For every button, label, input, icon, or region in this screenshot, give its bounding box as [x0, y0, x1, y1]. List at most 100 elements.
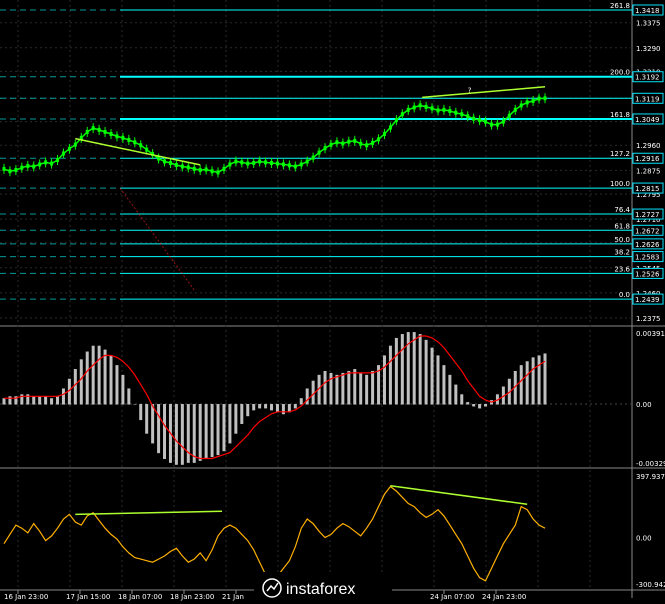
price-level-value: 1.3119	[635, 95, 660, 103]
price-candle	[436, 108, 440, 113]
histogram-bar	[121, 374, 125, 405]
histogram-bar	[198, 404, 202, 461]
histogram-bar	[466, 402, 470, 405]
histogram-bar	[359, 372, 363, 405]
chart-window: 261.8 200.0 161.8 127.2 100.0 76.4 61.8 50.0 38.…	[0, 0, 665, 604]
price-candle	[412, 105, 416, 110]
histogram-bar	[543, 353, 547, 405]
price-candle	[270, 160, 274, 165]
histogram-bar	[61, 388, 65, 405]
histogram-bar	[264, 404, 268, 409]
price-tick-label: 1.2960	[636, 142, 661, 150]
price-level-value: 1.2916	[635, 155, 660, 163]
fib-level-tag: 50.0	[614, 236, 630, 244]
price-candle	[210, 169, 214, 174]
histogram-bar	[365, 374, 369, 405]
price-tick-label: 1.3290	[636, 45, 661, 53]
histogram-bar	[281, 404, 285, 415]
price-candle	[85, 129, 89, 134]
histogram-bar	[145, 404, 149, 434]
price-candle	[180, 164, 184, 169]
price-candle	[174, 163, 178, 168]
histogram-bar	[305, 388, 309, 405]
price-candle	[127, 137, 131, 142]
price-level-value: 1.2439	[635, 296, 660, 304]
price-candle	[388, 125, 392, 130]
price-candle	[365, 143, 369, 148]
price-candle	[537, 96, 541, 101]
price-candle	[442, 107, 446, 112]
price-candle	[8, 169, 12, 174]
price-candle	[56, 158, 60, 163]
histogram-bar	[430, 347, 434, 405]
histogram-bar	[180, 404, 184, 465]
histogram-bar	[32, 396, 36, 405]
price-candle	[495, 122, 499, 127]
price-candle	[305, 159, 309, 164]
price-candle	[323, 146, 327, 151]
histogram-bar	[275, 404, 279, 413]
histogram-bar	[204, 404, 208, 459]
histogram-bar	[157, 404, 161, 454]
histogram-bar	[192, 404, 196, 463]
price-candle	[44, 160, 48, 165]
price-candle	[198, 168, 202, 173]
histogram-bar	[299, 398, 303, 405]
question-mark-annotation: ?	[468, 87, 472, 95]
price-candle	[145, 147, 149, 152]
histogram-bar	[412, 332, 416, 405]
oscillator-tick-label: -300.942	[636, 581, 665, 589]
histogram-bar	[246, 404, 250, 417]
price-candle	[32, 164, 36, 169]
histogram-bar	[234, 404, 238, 434]
histogram-bar	[133, 404, 137, 405]
histogram-bar	[174, 404, 178, 465]
price-candle	[317, 150, 321, 155]
x-axis-date-label: 21 Jan	[222, 593, 244, 601]
fib-level-tag: 38.2	[614, 249, 630, 257]
price-candle	[501, 119, 505, 124]
histogram-tick-label: 0.00391	[636, 330, 665, 338]
price-candle	[531, 98, 535, 103]
histogram-bar	[394, 337, 398, 405]
price-candle	[50, 161, 54, 166]
histogram-bar	[353, 369, 357, 405]
fib-level-tag: 261.8	[610, 2, 630, 10]
price-candle	[519, 103, 523, 108]
price-candle	[139, 143, 143, 148]
histogram-bar	[270, 404, 274, 411]
price-candle	[61, 151, 65, 156]
histogram-bar	[109, 355, 113, 405]
histogram-bar	[115, 365, 119, 405]
price-candle	[418, 103, 422, 108]
price-candle	[38, 162, 42, 167]
histogram-bar	[228, 404, 232, 444]
histogram-bar	[258, 404, 262, 409]
price-candle	[448, 108, 452, 113]
histogram-bar	[388, 345, 392, 405]
price-candle	[311, 155, 315, 160]
price-candle	[222, 166, 226, 171]
price-candle	[2, 166, 6, 171]
price-candle	[359, 141, 363, 146]
histogram-bar	[210, 404, 214, 458]
histogram-bar	[103, 349, 107, 405]
x-axis-date-label: 24 Jan 23:00	[482, 593, 526, 601]
price-candle	[347, 139, 351, 144]
oscillator-tick-label: 0.00	[636, 534, 652, 542]
fib-level-tag: 61.8	[614, 222, 630, 230]
price-candle	[507, 113, 511, 118]
price-candle	[26, 163, 30, 168]
histogram-bar	[127, 388, 131, 405]
price-candle	[513, 107, 517, 112]
price-level-value: 1.2815	[635, 185, 660, 193]
x-axis-date-label: 24 Jan 07:00	[430, 593, 474, 601]
price-candle	[430, 106, 434, 111]
histogram-bar	[347, 370, 351, 405]
price-level-value: 1.3049	[635, 116, 660, 124]
histogram-bar	[448, 374, 452, 405]
histogram-bar	[525, 361, 529, 405]
price-candle	[329, 142, 333, 147]
histogram-bar	[329, 372, 333, 405]
price-candle	[478, 118, 482, 123]
